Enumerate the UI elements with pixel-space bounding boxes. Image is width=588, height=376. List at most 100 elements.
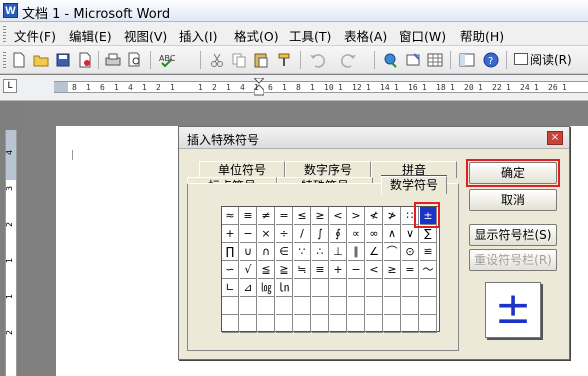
symbol-cell[interactable] <box>312 315 329 333</box>
symbol-cell[interactable]: ～ <box>420 261 437 279</box>
symbol-cell[interactable]: < <box>330 207 347 225</box>
tab-unit-symbols[interactable]: 单位符号 <box>199 161 285 178</box>
menu-insert[interactable]: 插入(I) <box>179 26 217 45</box>
show-symbol-bar-button[interactable]: 显示符号栏(S) <box>469 224 557 246</box>
symbol-cell[interactable]: ∮ <box>330 225 347 243</box>
menu-edit[interactable]: 编辑(E) <box>69 26 112 45</box>
read-mode-button[interactable]: 阅读(R) <box>514 51 572 69</box>
symbol-cell[interactable]: ∴ <box>312 243 329 261</box>
symbol-cell[interactable]: ㏑ <box>276 279 293 297</box>
menu-tools[interactable]: 工具(T) <box>289 26 331 45</box>
symbol-cell[interactable] <box>420 315 437 333</box>
symbol-cell[interactable]: ÷ <box>276 225 293 243</box>
symbol-cell[interactable]: ∈ <box>276 243 293 261</box>
symbol-cell[interactable]: ≤ <box>294 207 311 225</box>
dialog-title-bar[interactable]: 插入特殊符号 × <box>179 127 569 149</box>
symbol-cell[interactable]: ≈ <box>222 207 239 225</box>
paste-icon[interactable] <box>252 51 270 69</box>
tab-math-symbols[interactable]: 数学符号 <box>381 176 447 194</box>
symbol-cell[interactable]: ∥ <box>348 243 365 261</box>
symbol-grid[interactable]: ≈ ≡ ≠ = ≤ ≥ < > ≮ ≯ ∷ ± + − × ÷ / ∫ ∮ ∝ ∞ ∧ ∨ ∑ ∏ ∪ ∩ ∈ ∵ ∴ ⊥ ∥ ∠ ⌒ ⊙ ≌ ∽ √ ≦ ≧… <box>221 206 440 333</box>
symbol-cell[interactable]: + <box>222 225 239 243</box>
symbol-cell[interactable]: ≒ <box>294 261 311 279</box>
symbol-cell[interactable]: ≡ <box>240 207 257 225</box>
close-icon[interactable]: × <box>547 131 563 145</box>
symbol-cell[interactable]: ∏ <box>222 243 239 261</box>
symbol-cell[interactable]: ∪ <box>240 243 257 261</box>
insert-table-icon[interactable] <box>426 51 444 69</box>
symbol-cell[interactable] <box>312 279 329 297</box>
symbol-cell[interactable]: ⊿ <box>240 279 257 297</box>
symbol-cell[interactable] <box>366 279 383 297</box>
symbol-cell[interactable] <box>240 297 257 315</box>
symbol-cell[interactable]: ± <box>420 207 437 225</box>
symbol-cell[interactable] <box>222 315 239 333</box>
symbol-cell[interactable]: ∷ <box>402 207 419 225</box>
cut-icon[interactable] <box>208 51 226 69</box>
format-painter-icon[interactable] <box>276 51 294 69</box>
symbol-cell[interactable] <box>294 315 311 333</box>
symbol-cell[interactable]: − <box>240 225 257 243</box>
symbol-cell[interactable]: > <box>348 207 365 225</box>
hyperlink-icon[interactable] <box>382 51 400 69</box>
symbol-cell[interactable] <box>276 315 293 333</box>
symbol-cell[interactable] <box>276 297 293 315</box>
symbol-cell[interactable] <box>348 315 365 333</box>
cancel-button[interactable]: 取消 <box>469 189 557 211</box>
symbol-cell[interactable]: ≮ <box>366 207 383 225</box>
symbol-cell[interactable] <box>366 297 383 315</box>
symbol-cell[interactable]: ≠ <box>258 207 275 225</box>
symbol-cell[interactable]: ≥ <box>384 261 401 279</box>
symbol-cell[interactable] <box>330 279 347 297</box>
menu-help[interactable]: 帮助(H) <box>460 26 504 45</box>
symbol-cell[interactable]: ∟ <box>222 279 239 297</box>
symbol-cell[interactable]: ≌ <box>420 243 437 261</box>
save-icon[interactable] <box>54 51 72 69</box>
symbol-cell[interactable] <box>258 297 275 315</box>
symbol-cell[interactable] <box>402 297 419 315</box>
new-icon[interactable] <box>10 51 28 69</box>
ok-button[interactable]: 确定 <box>469 162 557 184</box>
symbol-cell[interactable]: ∫ <box>312 225 329 243</box>
undo-icon[interactable] <box>308 51 326 69</box>
symbol-cell[interactable]: ㏒ <box>258 279 275 297</box>
tables-borders-icon[interactable] <box>404 51 422 69</box>
symbol-cell[interactable] <box>330 297 347 315</box>
symbol-cell[interactable] <box>384 297 401 315</box>
symbol-cell[interactable] <box>402 279 419 297</box>
symbol-cell[interactable]: √ <box>240 261 257 279</box>
redo-icon[interactable] <box>340 51 358 69</box>
symbol-cell[interactable] <box>366 315 383 333</box>
symbol-cell[interactable]: = <box>402 261 419 279</box>
symbol-cell[interactable]: ≦ <box>258 261 275 279</box>
symbol-cell[interactable]: ≧ <box>276 261 293 279</box>
symbol-cell[interactable] <box>384 315 401 333</box>
symbol-cell[interactable]: ∠ <box>366 243 383 261</box>
symbol-cell[interactable]: = <box>276 207 293 225</box>
vertical-ruler[interactable]: 4 3 2 1 1 2 <box>5 130 17 376</box>
symbol-cell[interactable]: ≡ <box>312 261 329 279</box>
symbol-cell[interactable]: ∽ <box>222 261 239 279</box>
symbol-cell[interactable] <box>384 279 401 297</box>
symbol-cell[interactable] <box>294 279 311 297</box>
symbol-cell[interactable] <box>348 297 365 315</box>
open-icon[interactable] <box>32 51 50 69</box>
permission-icon[interactable] <box>76 51 94 69</box>
tab-number-sequence[interactable]: 数字序号 <box>285 161 371 178</box>
symbol-cell[interactable]: < <box>366 261 383 279</box>
menu-format[interactable]: 格式(O) <box>234 26 279 45</box>
symbol-cell[interactable] <box>402 315 419 333</box>
symbol-cell[interactable]: ≥ <box>312 207 329 225</box>
horizontal-ruler[interactable]: 8 1 6 1 4 1 2 1 1 2 1 4 1 6 1 8 1 10 1 12 1 14 1 16 1 18 1 20 1 22 1 24… <box>54 78 588 96</box>
spelling-icon[interactable]: ABC <box>158 51 176 69</box>
symbol-cell[interactable]: ∞ <box>366 225 383 243</box>
print-preview-icon[interactable] <box>126 51 144 69</box>
symbol-cell[interactable]: ∨ <box>402 225 419 243</box>
symbol-cell[interactable]: ⊥ <box>330 243 347 261</box>
symbol-cell[interactable]: ≯ <box>384 207 401 225</box>
menu-view[interactable]: 视图(V) <box>124 26 167 45</box>
menu-table[interactable]: 表格(A) <box>344 26 387 45</box>
symbol-cell[interactable] <box>420 279 437 297</box>
symbol-cell[interactable] <box>348 279 365 297</box>
symbol-cell[interactable]: − <box>348 261 365 279</box>
